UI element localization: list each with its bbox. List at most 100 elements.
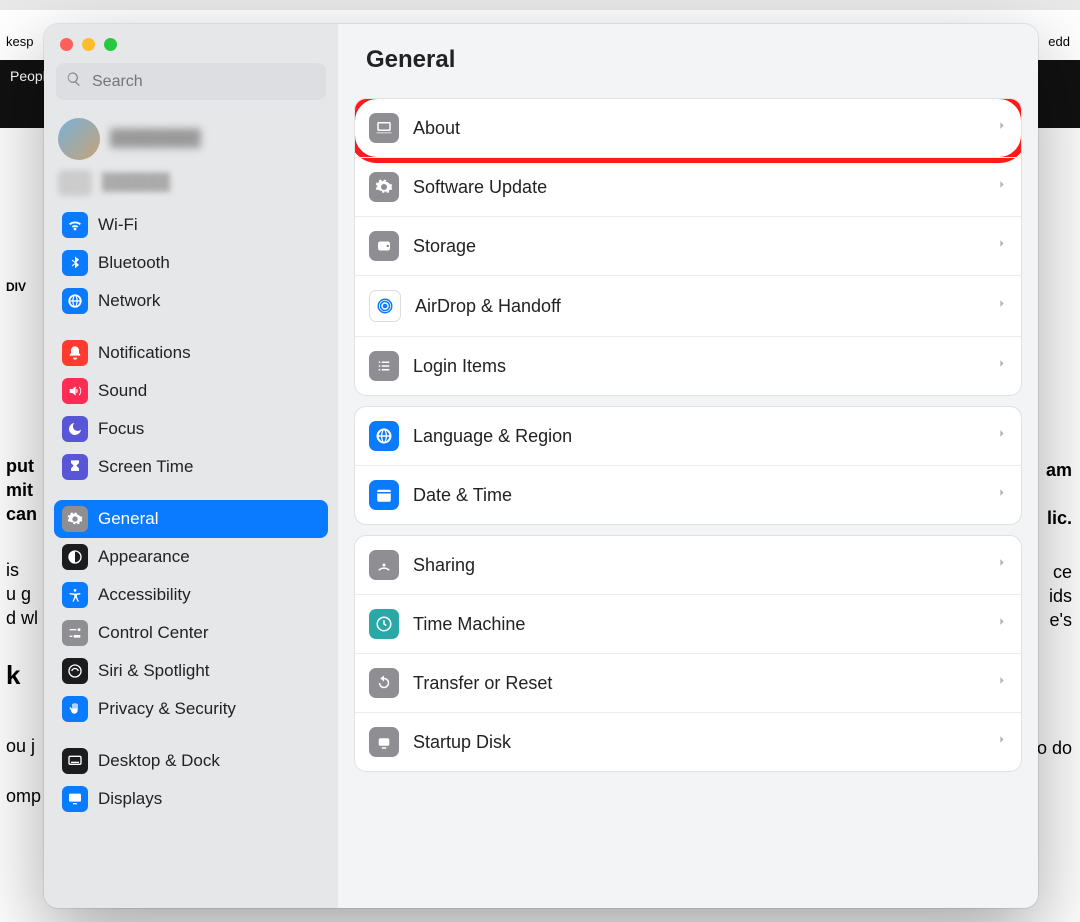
row-loginitems[interactable]: Login Items	[355, 336, 1021, 395]
row-airdrop[interactable]: AirDrop & Handoff	[355, 275, 1021, 336]
row-label: Transfer or Reset	[413, 673, 552, 694]
chevron-right-icon	[997, 556, 1007, 575]
apple-id-account-row[interactable]: ████████	[44, 110, 338, 168]
bluetooth-icon	[62, 250, 88, 276]
sidebar-item-label: Control Center	[98, 623, 209, 643]
chevron-right-icon	[997, 427, 1007, 446]
row-startupdisk[interactable]: Startup Disk	[355, 712, 1021, 771]
row-sharing[interactable]: Sharing	[355, 536, 1021, 594]
row-transfer[interactable]: Transfer or Reset	[355, 653, 1021, 712]
sidebar-item-label: Accessibility	[98, 585, 191, 605]
disk-icon	[369, 231, 399, 261]
row-label: Startup Disk	[413, 732, 511, 753]
sidebar-item-displays[interactable]: Displays	[54, 780, 328, 818]
sidebar-item-label: Bluetooth	[98, 253, 170, 273]
chevron-right-icon	[997, 615, 1007, 634]
reset-icon	[369, 668, 399, 698]
sidebar-item-focus[interactable]: Focus	[54, 410, 328, 448]
list-icon	[369, 351, 399, 381]
minimize-window-button[interactable]	[82, 38, 95, 51]
startup-icon	[369, 727, 399, 757]
chevron-right-icon	[997, 486, 1007, 505]
accessibility-icon	[62, 582, 88, 608]
hand-icon	[62, 696, 88, 722]
family-icon	[58, 170, 92, 196]
sidebar-item-label: General	[98, 509, 158, 529]
row-softwareupdate[interactable]: Software Update	[355, 157, 1021, 216]
sidebar: ████████ ██████ Wi-Fi Bluetooth Network Not…	[44, 24, 338, 908]
sidebar-item-network[interactable]: Network	[54, 282, 328, 320]
row-label: Software Update	[413, 177, 547, 198]
sidebar-item-sound[interactable]: Sound	[54, 372, 328, 410]
row-timemachine[interactable]: Time Machine	[355, 594, 1021, 653]
sidebar-item-label: Sound	[98, 381, 147, 401]
account-name: ████████	[110, 130, 201, 148]
sidebar-item-label: Privacy & Security	[98, 699, 236, 719]
search-icon	[66, 71, 82, 92]
sliders-icon	[62, 620, 88, 646]
sidebar-item-screentime[interactable]: Screen Time	[54, 448, 328, 486]
row-storage[interactable]: Storage	[355, 216, 1021, 275]
sidebar-item-siri[interactable]: Siri & Spotlight	[54, 652, 328, 690]
dock-icon	[62, 748, 88, 774]
siri-icon	[62, 658, 88, 684]
sidebar-item-label: Network	[98, 291, 160, 311]
row-label: AirDrop & Handoff	[415, 296, 561, 317]
row-label: Sharing	[413, 555, 475, 576]
gear-icon	[369, 172, 399, 202]
row-datetime[interactable]: Date & Time	[355, 465, 1021, 524]
sidebar-item-wifi[interactable]: Wi-Fi	[54, 206, 328, 244]
panel-2: Sharing Time Machine Transfer or Reset Star…	[354, 535, 1022, 772]
search-field[interactable]	[56, 63, 326, 100]
sidebar-item-label: Wi-Fi	[98, 215, 138, 235]
system-settings-window: ████████ ██████ Wi-Fi Bluetooth Network Not…	[44, 24, 1038, 908]
panel-0: About Software Update Storage AirDrop & Han…	[354, 98, 1022, 396]
main-pane: General About Software Update Storage AirDr…	[338, 24, 1038, 908]
moon-icon	[62, 416, 88, 442]
sidebar-item-desktopdock[interactable]: Desktop & Dock	[54, 742, 328, 780]
row-label: Login Items	[413, 356, 506, 377]
chevron-right-icon	[997, 178, 1007, 197]
globe-icon	[62, 288, 88, 314]
traffic-lights	[44, 24, 338, 59]
airdrop-icon	[369, 290, 401, 322]
displays-icon	[62, 786, 88, 812]
sidebar-item-notifications[interactable]: Notifications	[54, 334, 328, 372]
sidebar-nav: Wi-Fi Bluetooth Network Notifications Sound F…	[44, 206, 338, 908]
chevron-right-icon	[997, 297, 1007, 316]
row-label: Date & Time	[413, 485, 512, 506]
row-language[interactable]: Language & Region	[355, 407, 1021, 465]
chevron-right-icon	[997, 733, 1007, 752]
family-row[interactable]: ██████	[44, 168, 338, 206]
row-label: Time Machine	[413, 614, 525, 635]
sound-icon	[62, 378, 88, 404]
sidebar-item-general[interactable]: General	[54, 500, 328, 538]
row-label: Language & Region	[413, 426, 572, 447]
row-label: About	[413, 118, 460, 139]
chevron-right-icon	[997, 119, 1007, 138]
sidebar-item-label: Focus	[98, 419, 144, 439]
sidebar-item-accessibility[interactable]: Accessibility	[54, 576, 328, 614]
panel-1: Language & Region Date & Time	[354, 406, 1022, 525]
sidebar-item-bluetooth[interactable]: Bluetooth	[54, 244, 328, 282]
sidebar-item-controlcenter[interactable]: Control Center	[54, 614, 328, 652]
sidebar-item-label: Screen Time	[98, 457, 193, 477]
sidebar-item-label: Notifications	[98, 343, 191, 363]
settings-panels: About Software Update Storage AirDrop & Han…	[338, 88, 1038, 782]
search-input[interactable]	[90, 72, 316, 92]
laptop-icon	[369, 113, 399, 143]
calendar-icon	[369, 480, 399, 510]
row-about[interactable]: About	[355, 99, 1021, 157]
sidebar-item-label: Displays	[98, 789, 162, 809]
sidebar-item-appearance[interactable]: Appearance	[54, 538, 328, 576]
close-window-button[interactable]	[60, 38, 73, 51]
page-title: General	[338, 24, 1038, 88]
gear-icon	[62, 506, 88, 532]
avatar	[58, 118, 100, 160]
family-label: ██████	[102, 174, 170, 192]
globe-icon	[369, 421, 399, 451]
sidebar-item-privacy[interactable]: Privacy & Security	[54, 690, 328, 728]
appearance-icon	[62, 544, 88, 570]
bell-icon	[62, 340, 88, 366]
maximize-window-button[interactable]	[104, 38, 117, 51]
